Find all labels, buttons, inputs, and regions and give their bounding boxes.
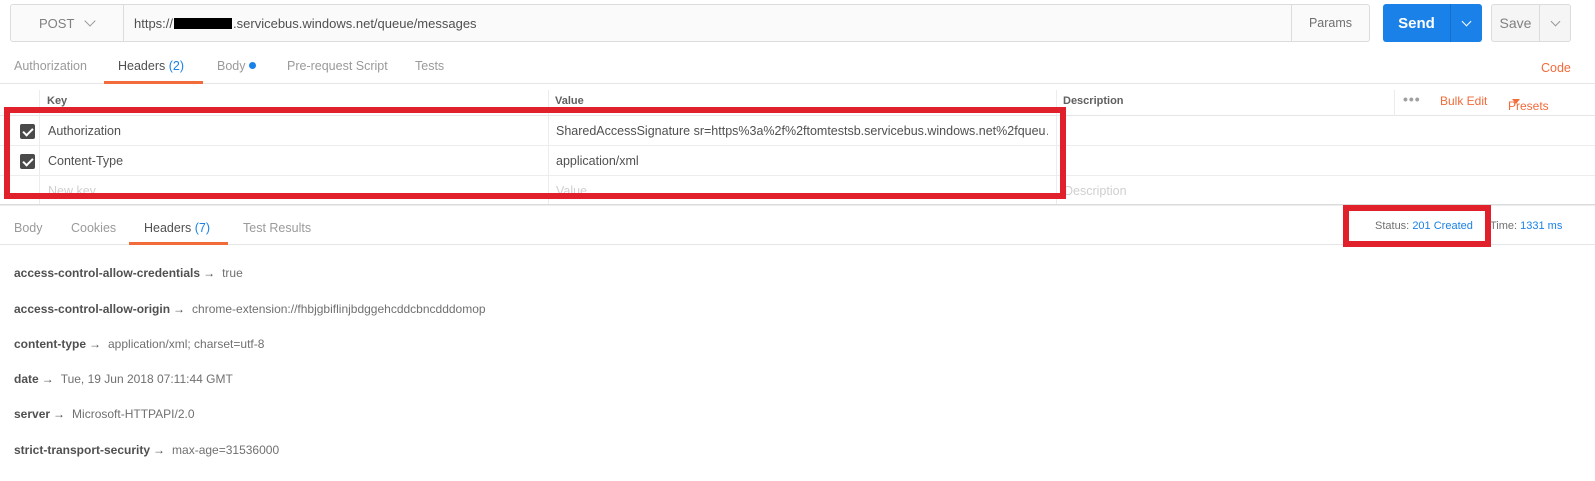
redacted-block	[174, 17, 233, 29]
tab-headers[interactable]: Headers (2)	[118, 48, 184, 84]
tab-tests[interactable]: Tests	[415, 48, 444, 84]
response-header-line: strict-transport-security → max-age=315360…	[14, 443, 279, 457]
method-label: POST	[39, 15, 75, 31]
table-row: Content-Type application/xml	[0, 146, 1595, 176]
response-header-line: date → Tue, 19 Jun 2018 07:11:44 GMT	[14, 372, 233, 386]
arrow-right-icon: →	[173, 302, 186, 316]
header-key-cell[interactable]: Authorization	[48, 116, 538, 146]
response-header-line: content-type → application/xml; charset=ut…	[14, 337, 264, 351]
tab-headers-label: Headers	[118, 59, 166, 73]
tab-authorization[interactable]: Authorization	[14, 48, 87, 84]
url-prefix: https://	[134, 15, 174, 31]
row-enabled-checkbox[interactable]	[20, 154, 35, 169]
response-status: Status: 201 Created	[1375, 220, 1473, 232]
response-divider	[0, 204, 1595, 205]
response-tab-headers-label: Headers	[144, 221, 192, 235]
response-header-value: max-age=31536000	[172, 443, 280, 457]
headers-table-head: Key Value Description ••• Bulk Edit Pres…	[0, 90, 1595, 116]
time-label: Time:	[1490, 220, 1518, 232]
response-header-value: Microsoft-HTTPAPI/2.0	[72, 407, 195, 421]
arrow-right-icon: →	[203, 266, 216, 280]
arrow-right-icon: →	[89, 337, 101, 351]
response-header-value: Tue, 19 Jun 2018 07:11:44 GMT	[60, 372, 233, 386]
response-tab-body[interactable]: Body	[14, 210, 43, 246]
arrow-right-icon: →	[53, 407, 66, 421]
header-value-cell[interactable]: application/xml	[556, 146, 1048, 176]
response-header-value: application/xml; charset=utf-8	[108, 337, 265, 351]
response-tab-cookies[interactable]: Cookies	[71, 210, 116, 246]
response-tab-headers[interactable]: Headers (7)	[144, 210, 210, 246]
status-label: Status:	[1375, 220, 1410, 232]
column-description-header: Description	[1063, 95, 1124, 107]
new-description-input[interactable]: Description	[1064, 176, 1127, 206]
chevron-down-icon	[1461, 16, 1472, 27]
save-button[interactable]: Save	[1492, 5, 1540, 41]
code-link[interactable]: Code	[1541, 61, 1571, 75]
tab-prerequest-script[interactable]: Pre-request Script	[287, 48, 388, 84]
response-header-value: true	[222, 266, 243, 280]
header-value-cell[interactable]: SharedAccessSignature sr=https%3a%2f%2ft…	[556, 116, 1048, 146]
arrow-right-icon: →	[153, 443, 166, 457]
new-key-input[interactable]: New key	[48, 176, 96, 206]
response-header-line: access-control-allow-origin → chrome-exten…	[14, 302, 486, 316]
response-header-key: strict-transport-security	[14, 443, 151, 457]
modified-dot-icon	[248, 62, 256, 69]
request-bar: POST https:// .servicebus.windows.net/que…	[10, 4, 1370, 42]
response-header-key: access-control-allow-origin	[14, 302, 171, 316]
header-key-cell[interactable]: Content-Type	[48, 146, 538, 176]
tab-body-label: Body	[217, 59, 246, 73]
method-select[interactable]: POST	[11, 5, 124, 41]
response-header-key: access-control-allow-credentials	[14, 266, 201, 280]
active-tab-underline	[129, 242, 228, 245]
bulk-edit-link[interactable]: Bulk Edit	[1440, 94, 1487, 108]
save-button-group: Save	[1491, 4, 1571, 42]
chevron-down-icon	[1550, 16, 1560, 27]
chevron-down-icon	[84, 15, 97, 27]
new-value-input[interactable]: Value	[556, 176, 587, 206]
response-tab-test-results[interactable]: Test Results	[243, 210, 311, 246]
save-options-button[interactable]	[1540, 5, 1570, 41]
table-row-new: New key Value Description	[0, 176, 1595, 206]
send-button-group: Send	[1383, 4, 1482, 42]
status-value[interactable]: 201 Created	[1412, 220, 1473, 232]
time-value[interactable]: 1331 ms	[1520, 220, 1562, 232]
response-header-value: chrome-extension://fhbjgbiflinjbdggehcdd…	[192, 302, 486, 316]
url-input[interactable]: https:// .servicebus.windows.net/queue/me…	[124, 5, 1291, 41]
response-header-line: server → Microsoft-HTTPAPI/2.0	[14, 407, 195, 421]
send-button[interactable]: Send	[1383, 4, 1451, 42]
send-options-button[interactable]	[1451, 4, 1482, 42]
response-header-line: access-control-allow-credentials → true	[14, 266, 243, 280]
caret-down-icon	[1512, 99, 1520, 104]
tab-headers-count: (2)	[168, 59, 185, 73]
params-button[interactable]: Params	[1291, 5, 1369, 41]
url-suffix: .servicebus.windows.net/queue/messages	[233, 15, 477, 31]
response-header-key: date	[14, 372, 39, 386]
response-tabs: Body Cookies Headers (7) Test Results	[0, 210, 1595, 245]
more-options-icon[interactable]: •••	[1403, 91, 1421, 107]
active-tab-underline	[104, 81, 203, 84]
tab-body[interactable]: Body	[217, 48, 256, 84]
column-key-header: Key	[47, 95, 68, 107]
table-row: Authorization SharedAccessSignature sr=h…	[0, 116, 1595, 146]
response-header-key: content-type	[14, 337, 86, 351]
response-time: Time: 1331 ms	[1490, 220, 1562, 232]
response-tab-headers-count: (7)	[194, 221, 211, 235]
request-tabs: Authorization Headers (2) Body Pre-reque…	[0, 48, 1595, 84]
column-value-header: Value	[555, 95, 584, 107]
column-divider	[1394, 90, 1395, 116]
arrow-right-icon: →	[41, 372, 54, 386]
response-header-key: server	[14, 407, 51, 421]
row-enabled-checkbox[interactable]	[20, 124, 35, 139]
